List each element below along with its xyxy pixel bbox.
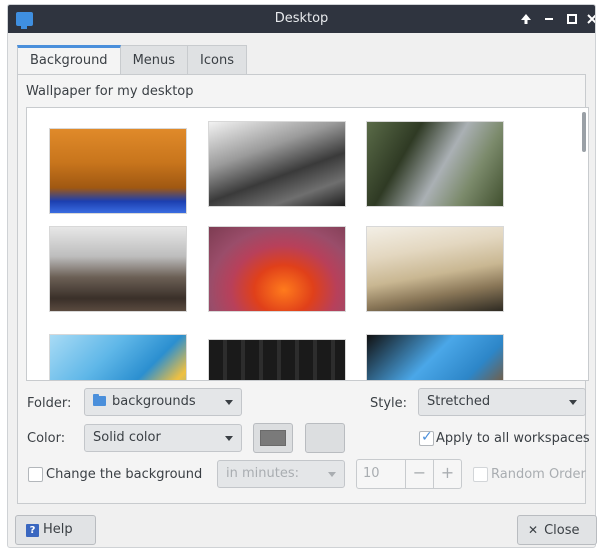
apply-all-checkbox[interactable] — [419, 429, 434, 446]
wallpaper-thumbnail[interactable] — [49, 128, 187, 214]
title-bar[interactable]: Desktop — [8, 5, 595, 33]
maximize-icon[interactable] — [562, 9, 582, 29]
help-label: Help — [43, 522, 73, 537]
up-arrow-icon[interactable] — [516, 9, 536, 29]
help-button[interactable]: ? Help — [15, 515, 96, 545]
style-label: Style: — [370, 396, 408, 411]
minimize-icon[interactable] — [539, 9, 559, 29]
style-select[interactable]: Stretched — [418, 388, 586, 416]
interval-stepper[interactable]: 10 − + — [356, 459, 462, 489]
chevron-down-icon — [328, 472, 336, 477]
tab-icons[interactable]: Icons — [188, 45, 247, 75]
close-label: Close — [544, 523, 580, 538]
folder-select[interactable]: backgrounds — [84, 388, 242, 416]
close-icon: ✕ — [528, 523, 539, 537]
color-mode-select[interactable]: Solid color — [84, 424, 242, 452]
tab-bar: Background Menus Icons — [17, 45, 247, 75]
apply-all-label[interactable]: Apply to all workspaces — [436, 431, 590, 446]
color-mode-value: Solid color — [93, 430, 161, 445]
wallpaper-thumbnail[interactable] — [49, 226, 187, 312]
close-button[interactable]: ✕ Close — [517, 515, 597, 545]
chevron-down-icon — [225, 400, 233, 405]
chevron-down-icon — [569, 400, 577, 405]
chevron-down-icon — [225, 436, 233, 441]
folder-value: backgrounds — [112, 394, 196, 409]
color-label: Color: — [27, 431, 66, 446]
folder-icon — [93, 394, 106, 406]
wallpaper-thumbnail[interactable] — [366, 226, 504, 312]
gallery-scrollbar[interactable] — [582, 112, 586, 152]
wallpaper-thumbnail[interactable] — [208, 339, 346, 380]
wallpaper-thumbnail[interactable] — [208, 121, 346, 207]
wallpaper-thumbnail[interactable] — [366, 121, 504, 207]
tab-background[interactable]: Background — [17, 45, 121, 75]
interval-unit-select[interactable]: in minutes: — [217, 460, 345, 488]
wallpaper-thumbnail[interactable] — [208, 226, 346, 312]
primary-color-button[interactable] — [253, 423, 293, 453]
wallpaper-gallery[interactable] — [26, 107, 589, 381]
close-icon[interactable] — [582, 9, 595, 29]
wallpaper-thumbnail[interactable] — [49, 334, 187, 380]
primary-color-swatch — [260, 430, 286, 446]
style-value: Stretched — [427, 394, 491, 409]
interval-value[interactable]: 10 — [363, 466, 380, 481]
random-order-checkbox[interactable] — [473, 467, 488, 482]
decrement-button[interactable]: − — [405, 460, 433, 488]
change-background-checkbox[interactable] — [28, 467, 43, 482]
interval-unit-value: in minutes: — [226, 466, 299, 481]
secondary-color-button[interactable] — [305, 423, 345, 453]
increment-button[interactable]: + — [433, 460, 461, 488]
folder-label: Folder: — [27, 396, 72, 411]
wallpaper-section-label: Wallpaper for my desktop — [26, 84, 194, 99]
wallpaper-thumbnail[interactable] — [366, 334, 504, 380]
random-order-label[interactable]: Random Order — [491, 467, 586, 482]
change-background-label[interactable]: Change the background — [46, 467, 202, 482]
window-title: Desktop — [274, 11, 329, 26]
help-icon: ? — [26, 524, 39, 537]
tab-menus[interactable]: Menus — [120, 45, 189, 75]
